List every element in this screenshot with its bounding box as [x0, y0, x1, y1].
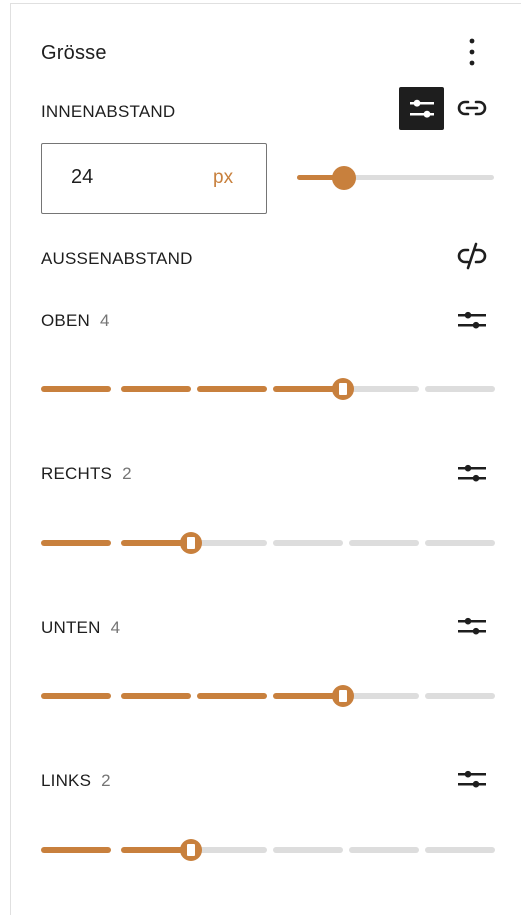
- slider-segment: [41, 693, 111, 699]
- slider-segment: [425, 693, 495, 699]
- slider-segment: [349, 386, 419, 392]
- slider-segment: [349, 847, 419, 853]
- slider-segment: [425, 386, 495, 392]
- margin-left-label: LINKS 2: [41, 771, 111, 790]
- slider-segment: [121, 693, 191, 699]
- margin-bottom-label: UNTEN 4: [41, 618, 121, 637]
- sliders-icon[interactable]: [456, 611, 488, 641]
- slider-segment: [121, 386, 191, 392]
- slider-segment: [197, 693, 267, 699]
- slider-segment: [197, 847, 267, 853]
- slider-thumb[interactable]: [180, 839, 202, 861]
- panel-title: Grösse: [41, 42, 107, 64]
- margin-top-label: OBEN 4: [41, 311, 110, 330]
- padding-input[interactable]: 24 px: [41, 143, 267, 214]
- sliders-icon[interactable]: [456, 764, 488, 794]
- margin-right-label: RECHTS 2: [41, 464, 132, 483]
- more-vertical-icon[interactable]: [458, 36, 486, 68]
- slider-segment: [41, 847, 111, 853]
- sliders-icon[interactable]: [456, 458, 488, 488]
- slider-segment: [425, 847, 495, 853]
- slider-segment: [41, 540, 111, 546]
- slider-segment: [349, 540, 419, 546]
- slider-thumb[interactable]: [332, 685, 354, 707]
- margin-label: AUSSENABSTAND: [41, 249, 193, 268]
- padding-value: 24: [71, 166, 94, 188]
- slider-segment: [349, 693, 419, 699]
- slider-segment: [273, 847, 343, 853]
- slider-segment: [425, 540, 495, 546]
- link-icon[interactable]: [455, 93, 489, 123]
- slider-thumb[interactable]: [332, 378, 354, 400]
- padding-label: INNENABSTAND: [41, 102, 176, 121]
- slider-segment: [197, 386, 267, 392]
- link-off-icon[interactable]: [455, 240, 489, 272]
- slider-segment: [41, 386, 111, 392]
- sliders-icon[interactable]: [456, 305, 488, 335]
- slider-thumb[interactable]: [180, 532, 202, 554]
- sliders-icon[interactable]: [399, 87, 444, 130]
- slider-segment: [197, 540, 267, 546]
- slider-segment: [273, 540, 343, 546]
- padding-unit: px: [213, 167, 234, 188]
